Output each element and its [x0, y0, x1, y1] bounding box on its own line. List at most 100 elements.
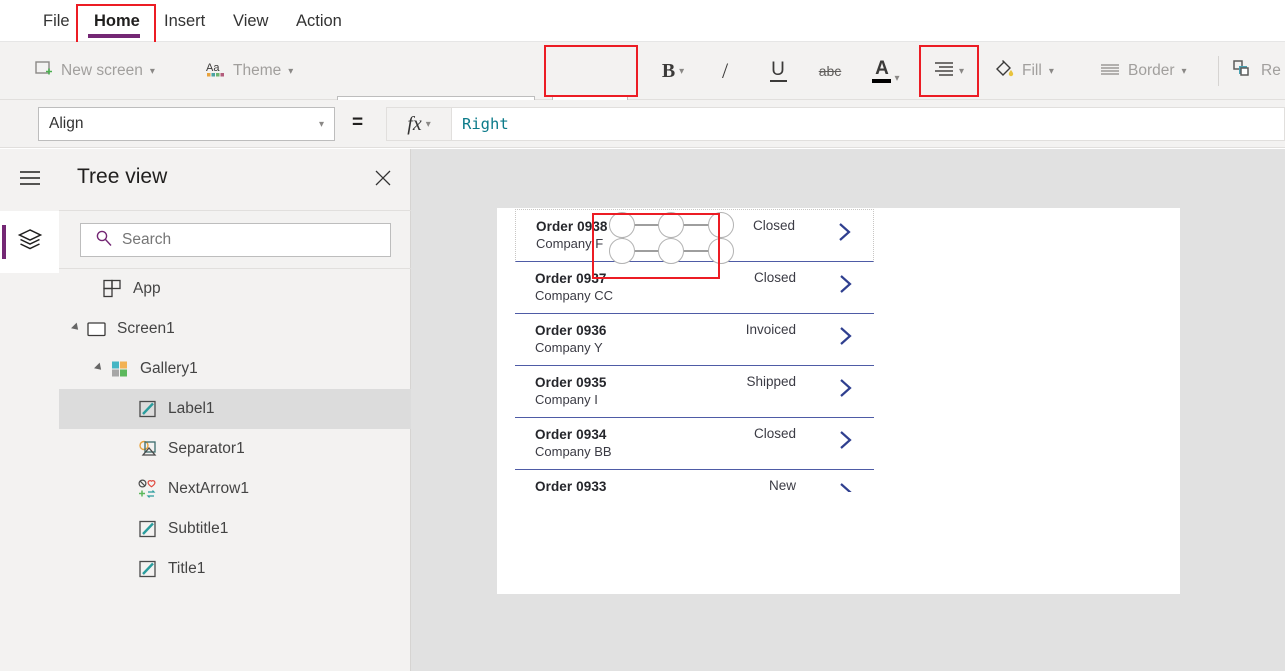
rail-background: [0, 273, 59, 671]
order-status: New: [768, 478, 796, 492]
tree-item-title1[interactable]: Title1: [59, 549, 411, 589]
formula-input[interactable]: Right: [452, 107, 1285, 141]
svg-text:Aa: Aa: [206, 62, 220, 74]
search-input[interactable]: Search: [80, 223, 391, 257]
twisty-placeholder: [120, 523, 133, 536]
property-value: Align: [49, 115, 84, 132]
twisty-placeholder: [120, 403, 133, 416]
fx-button[interactable]: fx ▾: [386, 107, 452, 141]
underline-bar: [769, 80, 787, 82]
nextarrow-icon: [137, 478, 159, 500]
border-button[interactable]: Border ▾: [1099, 42, 1187, 100]
chevron-right-icon[interactable]: [834, 220, 856, 244]
menu-item-view[interactable]: View: [224, 0, 277, 42]
tree-item-list: App Screen1 Gallery1 Label1 Separator1 N…: [59, 269, 411, 589]
menu-item-insert[interactable]: Insert: [155, 0, 214, 42]
gallery-icon: [109, 358, 131, 380]
menu-item-action[interactable]: Action: [287, 0, 351, 42]
font-color-swatch: [872, 78, 892, 83]
gallery-row[interactable]: Order 0934 Company BB Closed: [515, 418, 874, 470]
hamburger-menu-button[interactable]: [0, 149, 59, 211]
menu-bar: File Home Insert View Action: [0, 0, 1285, 42]
strikethrough-button[interactable]: abc: [812, 42, 848, 100]
chevron-down-icon: ▾: [679, 65, 685, 77]
resize-handle-bottom-right[interactable]: [708, 238, 734, 264]
twisty-placeholder: [120, 563, 133, 576]
resize-handle-top-center[interactable]: [658, 212, 684, 238]
reorder-button[interactable]: Re: [1232, 42, 1281, 100]
italic-button[interactable]: /: [708, 42, 742, 100]
font-color-icon: A: [872, 59, 892, 83]
order-company: Company Y: [535, 340, 603, 355]
tree-item-separator1[interactable]: Separator1: [59, 429, 411, 469]
chevron-right-icon[interactable]: [835, 480, 857, 492]
gallery-row[interactable]: Order 0935 Company I Shipped: [515, 366, 874, 418]
search-placeholder: Search: [122, 231, 172, 248]
chevron-down-icon: ▾: [894, 73, 900, 84]
italic-icon: /: [721, 58, 729, 83]
chevron-right-icon[interactable]: [835, 428, 857, 452]
tree-item-screen1[interactable]: Screen1: [59, 309, 411, 349]
hamburger-menu-icon: [18, 169, 42, 192]
chevron-down-icon: ▾: [1048, 65, 1054, 77]
tree-view-panel: Tree view Search App Screen1 Gallery1 La…: [59, 149, 411, 671]
gallery-row[interactable]: Order 0936 Company Y Invoiced: [515, 314, 874, 366]
gallery-row[interactable]: Order 0938 Company F Closed: [515, 209, 874, 264]
power-apps-studio: File Home Insert View Action New screen …: [0, 0, 1285, 671]
bold-button[interactable]: B ▾: [650, 42, 696, 100]
tree-item-gallery1[interactable]: Gallery1: [59, 349, 411, 389]
theme-button[interactable]: Aa Theme ▾: [206, 42, 293, 100]
resize-handle-bottom-left[interactable]: [609, 238, 635, 264]
order-status: Closed: [753, 270, 796, 285]
chevron-right-icon[interactable]: [835, 272, 857, 296]
chevron-right-icon[interactable]: [835, 376, 857, 400]
tree-item-label1[interactable]: Label1: [59, 389, 411, 429]
twisty-expanded-icon[interactable]: [69, 322, 82, 336]
chevron-down-icon: ▾: [288, 65, 294, 77]
order-company: Company I: [535, 392, 598, 407]
order-company: Company BB: [535, 444, 612, 459]
layers-icon: [17, 227, 43, 258]
tree-view-header: Tree view: [59, 149, 411, 211]
order-status: Closed: [753, 426, 796, 441]
close-tree-view-button[interactable]: [370, 167, 396, 193]
resize-handle-top-right[interactable]: [708, 212, 734, 238]
active-tab-underline: [88, 34, 140, 38]
gallery-control[interactable]: Order 0938 Company F Closed Order 0937 C…: [515, 209, 874, 492]
menu-item-file[interactable]: File: [34, 0, 79, 42]
fill-button[interactable]: Fill ▾: [993, 42, 1054, 100]
tree-item-subtitle1[interactable]: Subtitle1: [59, 509, 411, 549]
reorder-icon: [1232, 58, 1254, 84]
fill-bucket-icon: [993, 58, 1015, 84]
tree-item-label: App: [133, 280, 161, 297]
close-icon: [373, 168, 393, 193]
twisty-expanded-icon[interactable]: [92, 362, 105, 376]
theme-icon: Aa: [206, 59, 226, 83]
gallery-row[interactable]: Order 0937 Company CC Closed: [515, 262, 874, 314]
twisty-placeholder: [120, 443, 133, 456]
gallery-row[interactable]: Order 0933 New: [515, 470, 874, 492]
underline-button[interactable]: U: [760, 42, 796, 100]
resize-handle-top-left[interactable]: [609, 212, 635, 238]
align-button[interactable]: ▾: [921, 42, 977, 100]
order-company: Company CC: [535, 288, 614, 303]
resize-handle-bottom-center[interactable]: [658, 238, 684, 264]
ribbon-toolbar: New screen ▾ Aa Theme ▾ Open Sans ▾ 20: [0, 42, 1285, 130]
font-color-button[interactable]: A ▾: [862, 42, 910, 100]
label1-selection-overlay[interactable]: [609, 212, 734, 264]
bold-icon: B: [661, 59, 676, 82]
chevron-right-icon[interactable]: [835, 324, 857, 348]
new-screen-button[interactable]: New screen ▾: [34, 42, 155, 100]
screen-icon: [86, 318, 108, 340]
tree-item-label: Label1: [168, 400, 215, 417]
fx-icon: fx: [407, 112, 422, 135]
order-title: Order 0933: [535, 479, 607, 492]
tree-search-area: Search: [59, 211, 411, 269]
order-title: Order 0936: [535, 323, 607, 338]
property-select[interactable]: Align ▾: [38, 107, 335, 141]
tree-view-rail-button[interactable]: [0, 211, 59, 273]
tree-item-nextarrow1[interactable]: NextArrow1: [59, 469, 411, 509]
theme-label: Theme: [233, 62, 282, 79]
tree-item-label: NextArrow1: [168, 480, 249, 497]
tree-item-app[interactable]: App: [59, 269, 411, 309]
